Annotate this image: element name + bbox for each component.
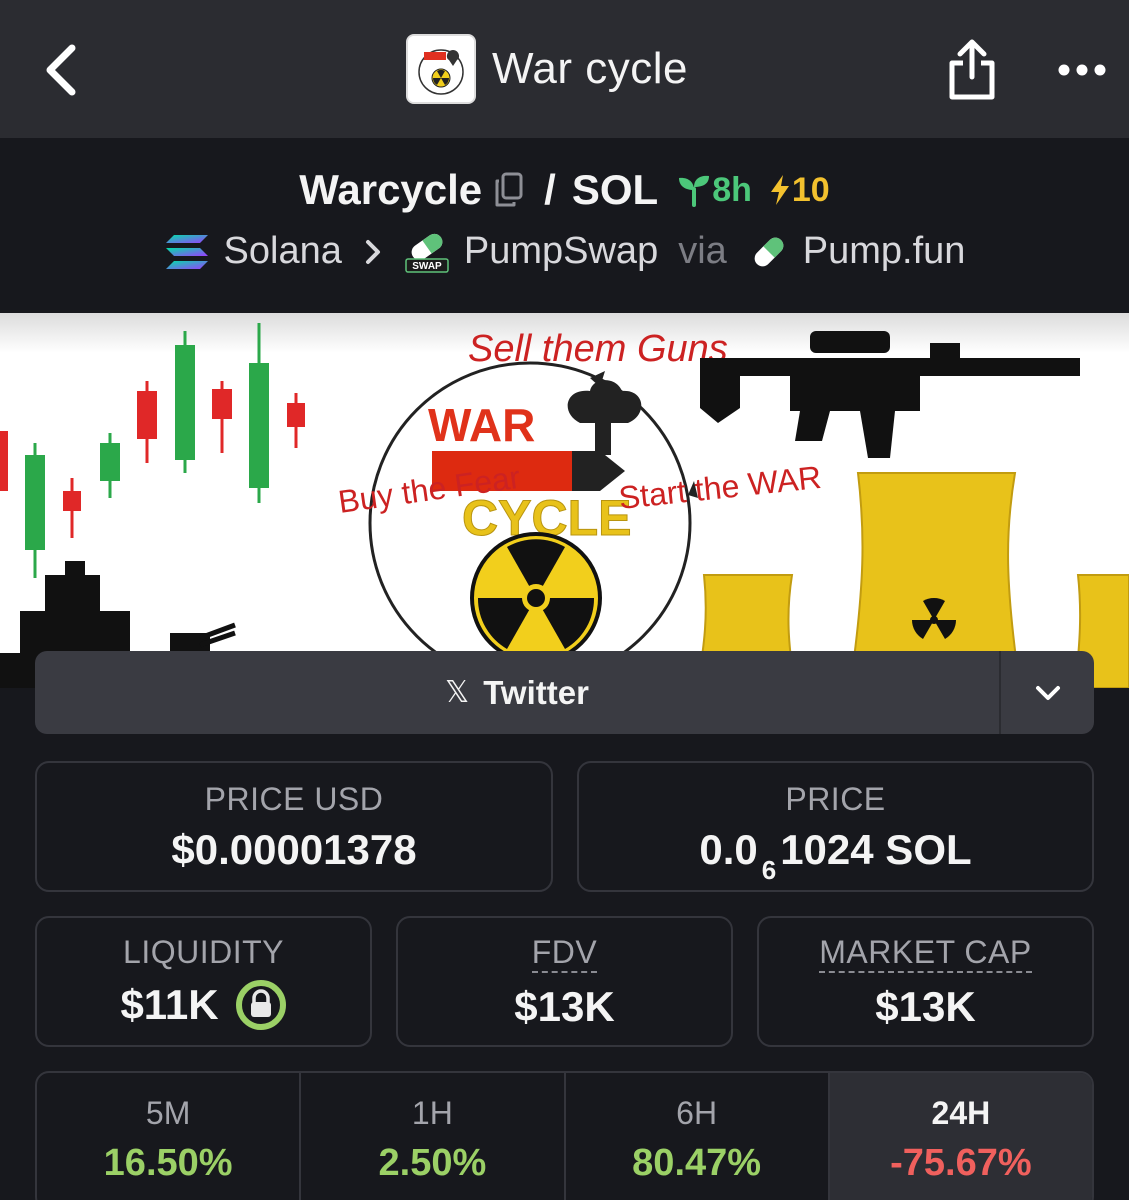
price-native-label: PRICE: [785, 781, 886, 817]
change-label: 5M: [145, 1095, 191, 1131]
price-native-value: 0.0 61024 SOL: [579, 826, 1092, 885]
price-change-tabs: 5M 16.50% 1H 2.50% 6H 80.47% 24H -75.67%: [35, 1071, 1094, 1200]
liquidity-value: $11K: [120, 981, 219, 1028]
radiation-symbol: [470, 532, 602, 664]
x-logo-icon: 𝕏: [445, 676, 470, 709]
social-dropdown-button[interactable]: [999, 651, 1094, 734]
liquidity-value-row: $11K: [37, 979, 370, 1031]
social-links-bar: 𝕏 Twitter: [35, 651, 1094, 734]
change-label: 24H: [931, 1095, 991, 1131]
liquidity-label: LIQUIDITY: [123, 934, 284, 970]
twitter-link-button[interactable]: 𝕏 Twitter: [35, 651, 999, 734]
token-logo: [406, 34, 476, 104]
price-native-suffix: 1024 SOL: [780, 826, 972, 873]
change-label: 6H: [676, 1095, 718, 1131]
lightning-icon: [770, 175, 789, 205]
pair-age-value: 8h: [712, 170, 752, 209]
change-value: 2.50%: [378, 1142, 487, 1184]
market-cap-card: MARKET CAP $13K: [757, 916, 1094, 1047]
chevron-right-icon: [364, 238, 382, 266]
candlestick-illustration: [0, 323, 305, 578]
fdv-card: FDV $13K: [396, 916, 733, 1047]
chevron-left-icon: [46, 44, 76, 96]
via-label: via: [678, 230, 727, 272]
lock-icon[interactable]: [235, 979, 287, 1031]
boost-count: 10: [791, 170, 830, 209]
change-tab-6h[interactable]: 6H 80.47%: [566, 1073, 830, 1200]
page-title: War cycle: [492, 44, 688, 93]
price-native-zero-count: 6: [761, 855, 777, 886]
sprout-icon: [679, 175, 710, 207]
rifle-silhouette: [700, 331, 1080, 458]
fdv-label[interactable]: FDV: [531, 934, 598, 973]
twitter-label: Twitter: [483, 673, 589, 711]
change-value: 80.47%: [632, 1142, 762, 1184]
quote-token-symbol: SOL: [571, 166, 659, 213]
price-native-prefix: 0.0: [699, 826, 758, 873]
pumpswap-badge-text: SWAP: [412, 261, 442, 272]
change-tab-1h[interactable]: 1H 2.50%: [301, 1073, 566, 1200]
share-icon: [949, 39, 995, 100]
fdv-value: $13K: [514, 983, 615, 1030]
banner-top-text: Sell them Guns: [468, 328, 728, 370]
boost-badge[interactable]: 10: [768, 171, 830, 210]
market-cap-value: $13K: [875, 983, 976, 1030]
chain-name[interactable]: Solana: [224, 230, 342, 273]
top-nav-bar: War cycle: [0, 0, 1129, 138]
pair-age: 8h: [676, 171, 752, 210]
nav-title-group: War cycle: [406, 34, 688, 104]
price-usd-card: PRICE USD $0.00001378: [35, 761, 553, 892]
launchpad-name[interactable]: Pump.fun: [803, 230, 966, 273]
change-tab-5m[interactable]: 5M 16.50%: [37, 1073, 302, 1200]
share-button[interactable]: [940, 36, 1004, 104]
price-native-card: PRICE 0.0 61024 SOL: [577, 761, 1094, 892]
liquidity-card: LIQUIDITY $11K: [35, 916, 372, 1047]
banner-war-text: WAR: [428, 399, 535, 451]
token-header: Warcycle / SOL 8h 10 Solana SWAP PumpSwa…: [0, 138, 1129, 313]
chain-breadcrumb: Solana SWAP PumpSwap via Pump.fun: [0, 230, 1129, 273]
change-tab-24h[interactable]: 24H -75.67%: [829, 1073, 1092, 1200]
price-usd-label: PRICE USD: [204, 781, 384, 817]
back-button[interactable]: [30, 38, 90, 102]
change-value: 16.50%: [103, 1142, 233, 1184]
solana-icon[interactable]: [164, 232, 210, 272]
pair-row: Warcycle / SOL 8h 10: [0, 166, 1129, 214]
banner-right-text: Start the WAR: [617, 459, 823, 516]
price-usd-value: $0.00001378: [171, 826, 417, 873]
token-banner-image: Sell them Guns WAR CYCLE Buy the Fear St…: [0, 313, 1129, 688]
change-value: -75.67%: [890, 1142, 1032, 1184]
ellipsis-icon: [1058, 64, 1106, 76]
pill-icon[interactable]: [749, 232, 789, 272]
pair-separator: /: [544, 166, 556, 213]
copy-icon: [495, 172, 523, 207]
copy-address-button[interactable]: [494, 172, 524, 208]
dex-name[interactable]: PumpSwap: [464, 230, 658, 273]
market-cap-label[interactable]: MARKET CAP: [819, 934, 1032, 973]
pumpswap-icon[interactable]: SWAP: [404, 231, 450, 273]
chevron-down-icon: [1035, 685, 1060, 700]
base-token-symbol: Warcycle: [299, 166, 483, 213]
change-label: 1H: [411, 1095, 453, 1131]
more-options-button[interactable]: [1052, 50, 1112, 90]
